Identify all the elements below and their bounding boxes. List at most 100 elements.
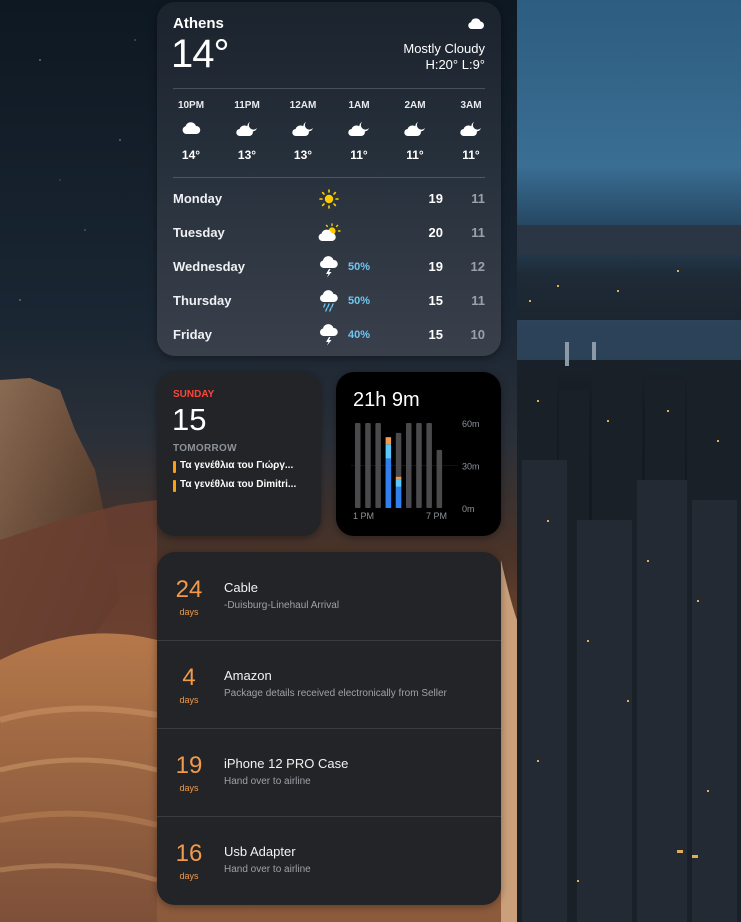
precipitation-chance: 40%	[348, 329, 371, 341]
hour-temp: 13°	[293, 148, 313, 162]
parcel-title: Usb Adapter	[224, 844, 296, 859]
screen-time-bar	[426, 423, 432, 508]
daily-row: Tuesday 20 11	[173, 219, 485, 253]
day-high: 19	[428, 191, 443, 206]
parcel-title: iPhone 12 PRO Case	[224, 756, 349, 771]
x-tick-label: 7 PM	[426, 511, 447, 521]
screen-time-bar-segment	[395, 476, 402, 480]
cloud-moon-icon	[443, 121, 499, 145]
weather-city: Athens	[173, 15, 224, 32]
screen-time-bar-segment	[395, 479, 402, 487]
parcel-days-count: 19	[175, 752, 203, 779]
hour-temp: 11°	[406, 148, 424, 162]
hour-temp: 13°	[237, 148, 257, 162]
weather-high-low: H:20° L:9°	[425, 57, 485, 72]
screen-time-bar	[365, 423, 371, 508]
screen-time-widget[interactable]: 21h 9m 60m 30m 0m 1 PM 7 PM	[336, 372, 501, 536]
day-low: 10	[470, 327, 485, 342]
weather-divider	[173, 88, 485, 89]
cloud-icon	[467, 17, 485, 35]
hourly-item: 11PM 13°	[219, 100, 275, 170]
hour-temp: 14°	[181, 148, 201, 162]
weather-condition: Mostly Cloudy	[403, 41, 485, 56]
parcel-item[interactable]: 16 days Usb Adapter Hand over to airline	[157, 816, 501, 904]
screen-time-bar	[406, 423, 412, 508]
parcel-title: Amazon	[224, 668, 272, 683]
parcel-item[interactable]: 19 days iPhone 12 PRO Case Hand over to …	[157, 728, 501, 816]
weather-divider	[173, 177, 485, 178]
daily-forecast: Monday 19 11 Tuesday 20 11 Wednesday 50%…	[173, 185, 485, 355]
screen-time-bar-segment	[385, 458, 392, 508]
parcel-status: -Duisburg-Linehaul Arrival	[224, 600, 340, 611]
hour-time: 2AM	[404, 100, 426, 111]
screen-time-bar	[416, 423, 422, 508]
x-tick-label: 1 PM	[353, 511, 374, 521]
hour-temp: 11°	[350, 148, 368, 162]
day-high: 20	[428, 225, 443, 240]
hourly-item: 2AM 11°	[387, 100, 443, 170]
screen-time-bar	[355, 423, 361, 508]
weather-current-temp: 14°	[171, 32, 229, 76]
day-name: Friday	[173, 327, 213, 342]
parcel-days-unit: days	[179, 695, 199, 705]
screen-time-bar-segment	[385, 437, 392, 445]
parcel-days-count: 4	[182, 664, 196, 691]
day-low: 11	[471, 293, 485, 308]
cloud-bolt-icon	[317, 255, 341, 279]
calendar-day-number: 15	[172, 402, 207, 437]
screen-time-chart: 60m 30m 0m 1 PM 7 PM	[351, 419, 480, 521]
day-high: 15	[428, 327, 443, 342]
y-tick-label: 60m	[462, 419, 480, 429]
hourly-item: 12AM 13°	[275, 100, 331, 170]
day-name: Wednesday	[173, 259, 246, 274]
daily-row: Wednesday 50% 19 12	[173, 253, 485, 287]
sun-icon	[317, 187, 341, 211]
parcel-days-count: 16	[175, 840, 203, 867]
y-tick-label: 0m	[462, 504, 475, 514]
parcel-days-unit: days	[179, 783, 199, 793]
cloud-moon-icon	[331, 121, 387, 145]
wallpaper-city	[517, 0, 741, 922]
day-low: 12	[470, 259, 485, 274]
parcel-tracking-widget[interactable]: 24 days Cable -Duisburg-Linehaul Arrival…	[157, 552, 501, 905]
cloud-moon-icon	[219, 121, 275, 145]
parcel-status: Hand over to airline	[224, 776, 311, 787]
hour-temp: 11°	[462, 148, 480, 162]
cloud-moon-icon	[275, 121, 331, 145]
calendar-widget[interactable]: SUNDAY 15 TOMORROW Τα γενέθλια του Γιώργ…	[157, 372, 321, 536]
parcel-item[interactable]: 4 days Amazon Package details received e…	[157, 640, 501, 728]
day-low: 11	[471, 225, 485, 240]
parcel-days-unit: days	[179, 607, 199, 617]
parcel-days-count: 24	[175, 576, 203, 603]
screen-time-bar-segment	[395, 486, 402, 508]
hourly-forecast: 10PM 14° 11PM 13° 12AM 13° 1AM 11° 2AM 1…	[163, 100, 499, 170]
day-name: Monday	[173, 191, 223, 206]
calendar-event[interactable]: Τα γενέθλια του Γιώργ...	[173, 460, 313, 474]
cloud-sun-icon	[317, 221, 341, 245]
precipitation-chance: 50%	[348, 261, 371, 273]
screen-time-bar	[375, 423, 381, 508]
cloud-rain-icon	[317, 289, 341, 313]
hour-time: 1AM	[348, 100, 370, 111]
wallpaper-skyline	[517, 225, 741, 922]
parcel-title: Cable	[224, 580, 258, 595]
daily-row: Friday 40% 15 10	[173, 321, 485, 355]
day-low: 11	[471, 191, 485, 206]
day-name: Thursday	[173, 293, 232, 308]
hourly-item: 10PM 14°	[163, 100, 219, 170]
y-tick-label: 30m	[462, 462, 480, 472]
calendar-event[interactable]: Τα γενέθλια του Dimitri...	[173, 479, 313, 493]
calendar-tomorrow-label: TOMORROW	[173, 443, 237, 454]
screen-time-bar	[436, 449, 443, 508]
hour-time: 11PM	[234, 100, 260, 111]
day-high: 15	[428, 293, 443, 308]
cloud-icon	[163, 121, 219, 145]
hourly-item: 1AM 11°	[331, 100, 387, 170]
daily-row: Thursday 50% 15 11	[173, 287, 485, 321]
parcel-item[interactable]: 24 days Cable -Duisburg-Linehaul Arrival	[157, 552, 501, 640]
day-name: Tuesday	[173, 225, 225, 240]
parcel-status: Package details received electronically …	[224, 688, 447, 699]
day-high: 19	[428, 259, 443, 274]
weather-widget[interactable]: Athens 14° Mostly Cloudy H:20° L:9° 10PM…	[157, 2, 501, 356]
hour-time: 10PM	[177, 100, 205, 111]
